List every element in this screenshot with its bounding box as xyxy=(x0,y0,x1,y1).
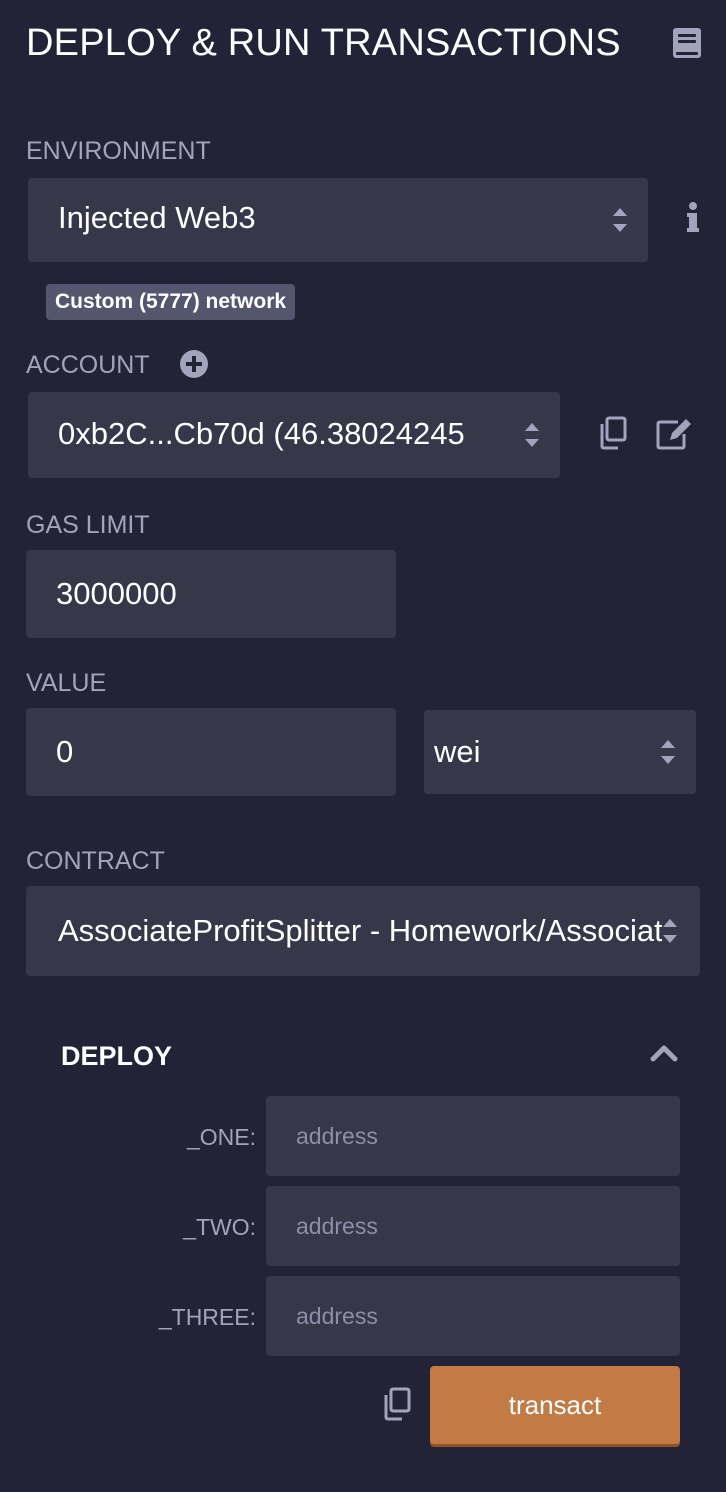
info-icon[interactable] xyxy=(686,201,700,235)
select-arrows-icon xyxy=(663,919,677,943)
contract-label: CONTRACT xyxy=(26,847,165,875)
chevron-up-icon[interactable] xyxy=(650,1044,678,1062)
select-arrows-icon xyxy=(613,208,627,232)
param-input-three[interactable] xyxy=(266,1276,680,1356)
network-badge: Custom (5777) network xyxy=(46,284,296,320)
book-icon[interactable] xyxy=(672,27,702,59)
value-label: VALUE xyxy=(26,669,107,697)
value-unit-select[interactable]: wei xyxy=(424,710,696,794)
transact-button[interactable]: transact xyxy=(430,1366,680,1444)
select-arrows-icon xyxy=(661,740,675,764)
account-select[interactable]: 0xb2C...Cb70d (46.38024245 xyxy=(28,392,560,478)
plus-circle-icon[interactable] xyxy=(179,349,209,379)
value-input[interactable]: 0 xyxy=(26,708,396,796)
param-label-three: _THREE: xyxy=(158,1304,256,1330)
copy-icon[interactable] xyxy=(598,416,628,450)
account-value: 0xb2C...Cb70d (46.38024245 xyxy=(58,416,465,451)
environment-select[interactable]: Injected Web3 xyxy=(28,178,648,262)
value-unit: wei xyxy=(434,734,481,769)
environment-value: Injected Web3 xyxy=(58,200,256,235)
page-title: DEPLOY & RUN TRANSACTIONS xyxy=(26,22,621,64)
edit-icon[interactable] xyxy=(656,418,692,450)
param-input-one[interactable] xyxy=(266,1096,680,1176)
param-label-two: _TWO: xyxy=(183,1214,256,1240)
environment-label: ENVIRONMENT xyxy=(26,137,211,165)
contract-value: AssociateProfitSplitter - Homework/Assoc… xyxy=(58,913,662,948)
account-label: ACCOUNT xyxy=(26,351,150,379)
param-label-one: _ONE: xyxy=(186,1124,256,1150)
copy-icon[interactable] xyxy=(382,1387,412,1421)
contract-select[interactable]: AssociateProfitSplitter - Homework/Assoc… xyxy=(26,886,700,976)
value-amount: 0 xyxy=(56,734,74,769)
gas-limit-label: GAS LIMIT xyxy=(26,511,150,539)
gas-limit-value: 3000000 xyxy=(56,576,177,611)
gas-limit-input[interactable]: 3000000 xyxy=(26,550,396,638)
param-input-two[interactable] xyxy=(266,1186,680,1266)
select-arrows-icon xyxy=(525,423,539,447)
deploy-title: DEPLOY xyxy=(61,1041,173,1071)
